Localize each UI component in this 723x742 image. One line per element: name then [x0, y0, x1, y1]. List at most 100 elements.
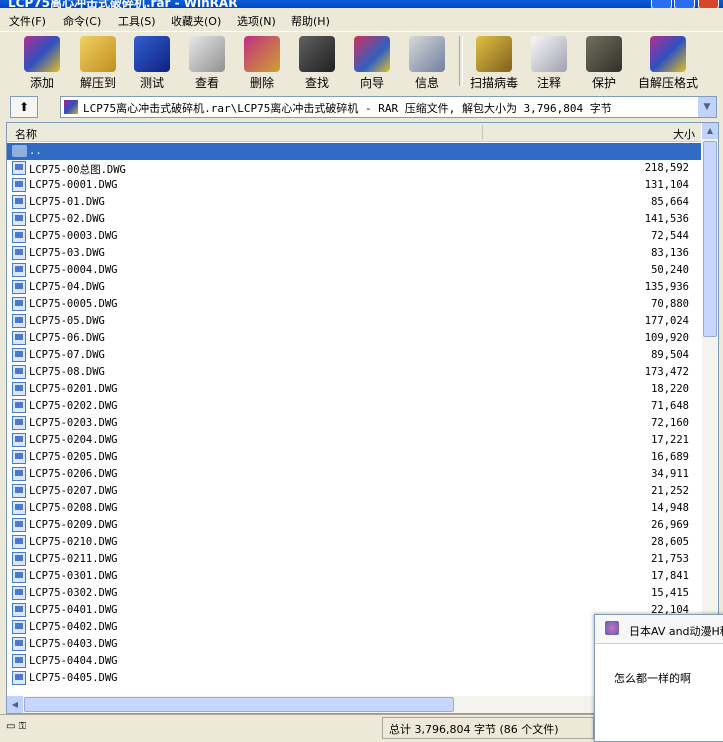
- file-size: 26,969: [651, 519, 689, 531]
- scroll-up-arrow[interactable]: ▲: [702, 123, 718, 139]
- file-row[interactable]: LCP75-0202.DWG 71,648: [7, 398, 701, 415]
- maximize-button[interactable]: [674, 0, 695, 8]
- file-row[interactable]: LCP75-0205.DWG 16,689: [7, 449, 701, 466]
- find-button[interactable]: 查找: [290, 34, 344, 90]
- file-row[interactable]: LCP75-02.DWG 141,536: [7, 211, 701, 228]
- file-name: LCP75-0004.DWG: [29, 264, 118, 276]
- dwg-file-icon: [12, 603, 26, 617]
- dwg-file-icon: [12, 331, 26, 345]
- file-size: 17,221: [651, 434, 689, 446]
- info-button[interactable]: 信息: [400, 34, 454, 90]
- dwg-file-icon: [12, 399, 26, 413]
- dwg-file-icon: [12, 229, 26, 243]
- file-row[interactable]: LCP75-00总图.DWG 218,592: [7, 160, 701, 177]
- scroll-left-arrow[interactable]: ◀: [7, 696, 23, 713]
- sfx-button[interactable]: 自解压格式: [636, 34, 700, 90]
- protect-button[interactable]: 保护: [577, 34, 631, 90]
- window-title: LCP75离心冲击式破碎机.rar - WinRAR: [8, 0, 238, 8]
- file-size: 21,252: [651, 485, 689, 497]
- file-row[interactable]: LCP75-0203.DWG 72,160: [7, 415, 701, 432]
- wizard-button[interactable]: 向导: [345, 34, 399, 90]
- dwg-file-icon: [12, 569, 26, 583]
- notification-popup[interactable]: 日本AV and动漫H种 怎么都一样的啊: [594, 614, 723, 742]
- file-size: 18,220: [651, 383, 689, 395]
- address-field[interactable]: LCP75离心冲击式破碎机.rar\LCP75离心冲击式破碎机 - RAR 压缩…: [60, 96, 717, 118]
- close-button[interactable]: [698, 0, 719, 8]
- file-row[interactable]: LCP75-0206.DWG 34,911: [7, 466, 701, 483]
- menu-tools[interactable]: 工具(S): [118, 13, 156, 29]
- file-row[interactable]: LCP75-0005.DWG 70,880: [7, 296, 701, 313]
- file-row[interactable]: LCP75-0210.DWG 28,605: [7, 534, 701, 551]
- file-row[interactable]: LCP75-0211.DWG 21,753: [7, 551, 701, 568]
- dwg-file-icon: [12, 297, 26, 311]
- file-size: 109,920: [644, 332, 689, 344]
- file-name: LCP75-0001.DWG: [29, 179, 118, 191]
- file-name: LCP75-08.DWG: [29, 366, 105, 378]
- file-size: 83,136: [651, 247, 689, 259]
- file-size: 135,936: [644, 281, 689, 293]
- column-name-header[interactable]: 名称: [15, 126, 37, 142]
- dwg-file-icon: [12, 450, 26, 464]
- file-row[interactable]: LCP75-0208.DWG 14,948: [7, 500, 701, 517]
- delete-button[interactable]: 删除: [235, 34, 289, 90]
- file-row[interactable]: LCP75-0001.DWG 131,104: [7, 177, 701, 194]
- add-button[interactable]: 添加: [15, 34, 69, 90]
- column-divider[interactable]: [482, 125, 483, 139]
- file-name: LCP75-0204.DWG: [29, 434, 118, 446]
- chevron-down-icon[interactable]: ▼: [698, 97, 716, 117]
- dwg-file-icon: [12, 314, 26, 328]
- extract-to-button[interactable]: 解压到: [71, 34, 125, 90]
- file-size: 50,240: [651, 264, 689, 276]
- dwg-file-icon: [12, 467, 26, 481]
- file-size: 141,536: [644, 213, 689, 225]
- file-row[interactable]: LCP75-0004.DWG 50,240: [7, 262, 701, 279]
- file-row[interactable]: LCP75-07.DWG 89,504: [7, 347, 701, 364]
- file-name: LCP75-0405.DWG: [29, 672, 118, 684]
- test-button[interactable]: 测试: [125, 34, 179, 90]
- view-button[interactable]: 查看: [180, 34, 234, 90]
- folder-up-icon: [12, 145, 27, 157]
- file-row[interactable]: LCP75-04.DWG 135,936: [7, 279, 701, 296]
- parent-folder-row[interactable]: ..: [7, 143, 701, 160]
- file-row[interactable]: LCP75-0204.DWG 17,221: [7, 432, 701, 449]
- file-row[interactable]: LCP75-03.DWG 83,136: [7, 245, 701, 262]
- file-name: LCP75-0301.DWG: [29, 570, 118, 582]
- menu-favorites[interactable]: 收藏夹(O): [171, 13, 221, 29]
- toolbar-separator: [459, 36, 463, 86]
- dwg-file-icon: [12, 280, 26, 294]
- file-row[interactable]: LCP75-0209.DWG 26,969: [7, 517, 701, 534]
- dwg-file-icon: [12, 552, 26, 566]
- file-size: 14,948: [651, 502, 689, 514]
- column-size-header[interactable]: 大小: [673, 126, 695, 142]
- dwg-file-icon: [12, 501, 26, 515]
- menu-file[interactable]: 文件(F): [9, 13, 46, 29]
- file-row[interactable]: LCP75-0201.DWG 18,220: [7, 381, 701, 398]
- menu-options[interactable]: 选项(N): [237, 13, 276, 29]
- file-row[interactable]: LCP75-06.DWG 109,920: [7, 330, 701, 347]
- dwg-file-icon: [12, 416, 26, 430]
- vertical-scrollbar[interactable]: ▲ ▼: [702, 123, 718, 696]
- file-row[interactable]: LCP75-0207.DWG 21,252: [7, 483, 701, 500]
- dwg-file-icon: [12, 365, 26, 379]
- horizontal-scroll-thumb[interactable]: [24, 697, 454, 712]
- minimize-button[interactable]: [651, 0, 672, 8]
- file-size: 72,160: [651, 417, 689, 429]
- scan-virus-button[interactable]: 扫描病毒: [466, 34, 522, 90]
- dwg-file-icon: [12, 195, 26, 209]
- file-row[interactable]: LCP75-0302.DWG 15,415: [7, 585, 701, 602]
- up-folder-button[interactable]: ⬆: [10, 96, 38, 118]
- vertical-scroll-thumb[interactable]: [703, 141, 717, 337]
- file-name: LCP75-07.DWG: [29, 349, 105, 361]
- dwg-file-icon: [12, 263, 26, 277]
- popup-message: 怎么都一样的啊: [614, 672, 691, 685]
- comment-button[interactable]: 注释: [522, 34, 576, 90]
- file-row[interactable]: LCP75-0301.DWG 17,841: [7, 568, 701, 585]
- file-row[interactable]: LCP75-01.DWG 85,664: [7, 194, 701, 211]
- file-row[interactable]: LCP75-05.DWG 177,024: [7, 313, 701, 330]
- menu-commands[interactable]: 命令(C): [63, 13, 101, 29]
- test-check-icon: [134, 36, 170, 72]
- popup-app-icon: [605, 621, 619, 635]
- file-row[interactable]: LCP75-0003.DWG 72,544: [7, 228, 701, 245]
- file-row[interactable]: LCP75-08.DWG 173,472: [7, 364, 701, 381]
- menu-help[interactable]: 帮助(H): [291, 13, 330, 29]
